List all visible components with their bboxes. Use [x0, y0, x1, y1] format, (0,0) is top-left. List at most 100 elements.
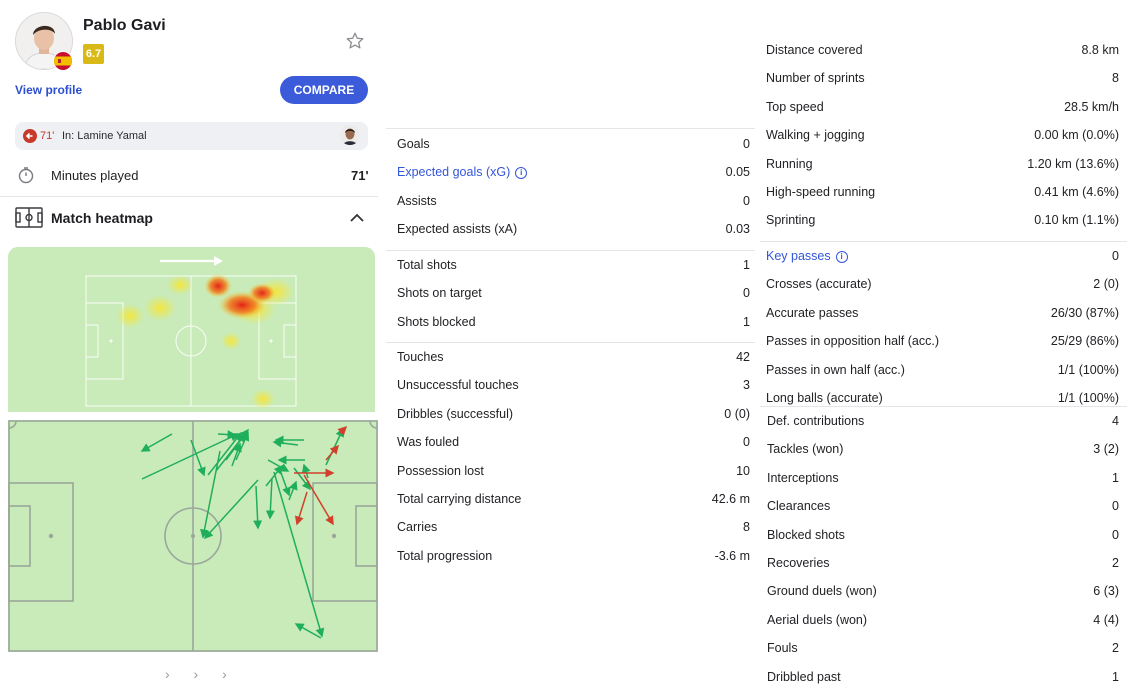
- stat-label: Dribbled past: [767, 669, 841, 684]
- stat-label: Tackles (won): [767, 442, 844, 457]
- stat-value: 0: [743, 193, 750, 208]
- stat-label: Total shots: [397, 258, 457, 272]
- rating-badge: 6.7: [83, 44, 104, 64]
- stat-row: Long balls (accurate) 1/1 (100%): [766, 391, 1119, 407]
- stat-label: Goals: [397, 137, 430, 151]
- stat-row: Total carrying distance 42.6 m: [397, 492, 750, 508]
- stat-label: Ground duels (won): [767, 584, 877, 599]
- stat-value: 2: [1112, 556, 1119, 570]
- info-icon[interactable]: i: [515, 167, 528, 180]
- stat-value: 0: [743, 137, 750, 151]
- stat-label: Unsuccessful touches: [397, 378, 519, 393]
- divider: [386, 250, 755, 251]
- stat-label: Top speed: [766, 99, 824, 114]
- stat-value: 10: [736, 463, 750, 478]
- stat-row: Sprinting 0.10 km (1.1%): [766, 213, 1119, 229]
- stat-value: 0: [1112, 249, 1119, 263]
- stat-value: 0: [1112, 527, 1119, 542]
- stat-row: Possession lost 10: [397, 464, 750, 480]
- stat-label: Clearances: [767, 499, 831, 514]
- pagination-arrows[interactable]: › › ›: [165, 666, 237, 682]
- stat-value: 2 (0): [1093, 277, 1119, 292]
- spain-flag-icon: [53, 51, 73, 71]
- substitution-in-icon: [23, 129, 37, 143]
- stat-value: 0: [743, 435, 750, 450]
- stat-row: Accurate passes 26/30 (87%): [766, 306, 1119, 322]
- stat-value: 0 (0): [724, 406, 750, 421]
- stat-value: 42: [736, 350, 750, 364]
- stat-row: Recoveries 2: [767, 556, 1119, 572]
- stat-value: 1: [743, 258, 750, 272]
- star-icon[interactable]: [344, 30, 366, 52]
- stat-row: Ground duels (won) 6 (3): [767, 584, 1119, 600]
- stat-label: Distance covered: [766, 43, 863, 57]
- stat-row: Distance covered 8.8 km: [766, 43, 1119, 59]
- stat-label: Carries: [397, 520, 438, 535]
- stat-label: Number of sprints: [766, 71, 865, 86]
- stat-row: Crosses (accurate) 2 (0): [766, 277, 1119, 293]
- stat-row: Total shots 1: [397, 258, 750, 274]
- stat-value: 26/30 (87%): [1050, 305, 1119, 320]
- stat-row: Fouls 2: [767, 641, 1119, 657]
- stat-value: 25/29 (86%): [1050, 334, 1119, 349]
- stat-row: Assists 0: [397, 194, 750, 210]
- stat-row[interactable]: Expected goals (xG) i 0.05: [397, 165, 750, 181]
- stat-label: Interceptions: [767, 470, 839, 485]
- stat-row[interactable]: Key passes i 0: [766, 249, 1119, 265]
- divider: [0, 196, 378, 197]
- stat-label: Assists: [397, 193, 437, 208]
- compare-button[interactable]: COMPARE: [280, 76, 368, 104]
- stat-label: Running: [766, 156, 813, 171]
- stat-value: 3 (2): [1093, 442, 1119, 457]
- stat-value: 42.6 m: [711, 492, 750, 506]
- stat-row: Unsuccessful touches 3: [397, 378, 750, 394]
- stat-value: 0: [743, 286, 750, 301]
- stat-value: 1.20 km (13.6%): [1027, 156, 1119, 171]
- stat-label: Walking + jogging: [766, 128, 865, 143]
- minutes-played-value: 71': [351, 168, 369, 183]
- stat-label[interactable]: Expected goals (xG) i: [397, 165, 528, 180]
- stat-value: 1/1 (100%): [1057, 391, 1119, 405]
- stat-row: Goals 0: [397, 137, 750, 153]
- stat-label: Total carrying distance: [397, 492, 522, 506]
- stat-label[interactable]: Key passes i: [766, 249, 848, 263]
- stat-label: Sprinting: [766, 213, 816, 228]
- substitute-avatar[interactable]: [340, 125, 360, 145]
- stat-value: 0: [1112, 499, 1119, 514]
- stat-row: Dribbled past 1: [767, 670, 1119, 686]
- stat-value: 0.10 km (1.1%): [1034, 213, 1119, 228]
- substitution-minute: 71': [40, 130, 55, 142]
- stat-row: Dribbles (successful) 0 (0): [397, 407, 750, 423]
- stat-label: Shots on target: [397, 286, 482, 301]
- stat-row: Walking + jogging 0.00 km (0.0%): [766, 128, 1119, 144]
- stat-label: Was fouled: [397, 435, 460, 450]
- stat-row: Running 1.20 km (13.6%): [766, 157, 1119, 173]
- stat-row: Tackles (won) 3 (2): [767, 442, 1119, 458]
- stat-row: Passes in own half (acc.) 1/1 (100%): [766, 363, 1119, 379]
- stat-value: 0.03: [725, 222, 750, 237]
- stat-row: Aerial duels (won) 4 (4): [767, 613, 1119, 629]
- stat-label: Aerial duels (won): [767, 612, 868, 627]
- stat-row: Total progression -3.6 m: [397, 549, 750, 565]
- stat-row: Passes in opposition half (acc.) 25/29 (8…: [766, 334, 1119, 350]
- stat-row: Was fouled 0: [397, 435, 750, 451]
- stat-label: Fouls: [767, 641, 798, 656]
- stat-label: High-speed running: [766, 185, 876, 199]
- stat-row: Def. contributions 4: [767, 414, 1119, 430]
- pitch-icon: [15, 207, 43, 228]
- stat-row: Shots on target 0: [397, 286, 750, 302]
- stat-label: Passes in own half (acc.): [766, 362, 905, 377]
- stat-value: 8: [1112, 71, 1119, 86]
- view-profile-link[interactable]: View profile: [15, 83, 82, 97]
- stat-value: 0.41 km (4.6%): [1034, 185, 1119, 199]
- chevron-up-icon[interactable]: [348, 210, 366, 226]
- stopwatch-icon: [17, 166, 35, 184]
- stat-row: Number of sprints 8: [766, 71, 1119, 87]
- minutes-played-label: Minutes played: [51, 168, 139, 183]
- info-icon[interactable]: i: [835, 251, 848, 263]
- stat-row: High-speed running 0.41 km (4.6%): [766, 185, 1119, 201]
- heatmap-title: Match heatmap: [51, 210, 153, 226]
- stat-value: 28.5 km/h: [1064, 99, 1119, 114]
- stat-label: Dribbles (successful): [397, 406, 514, 421]
- stat-label: Passes in opposition half (acc.): [766, 334, 940, 349]
